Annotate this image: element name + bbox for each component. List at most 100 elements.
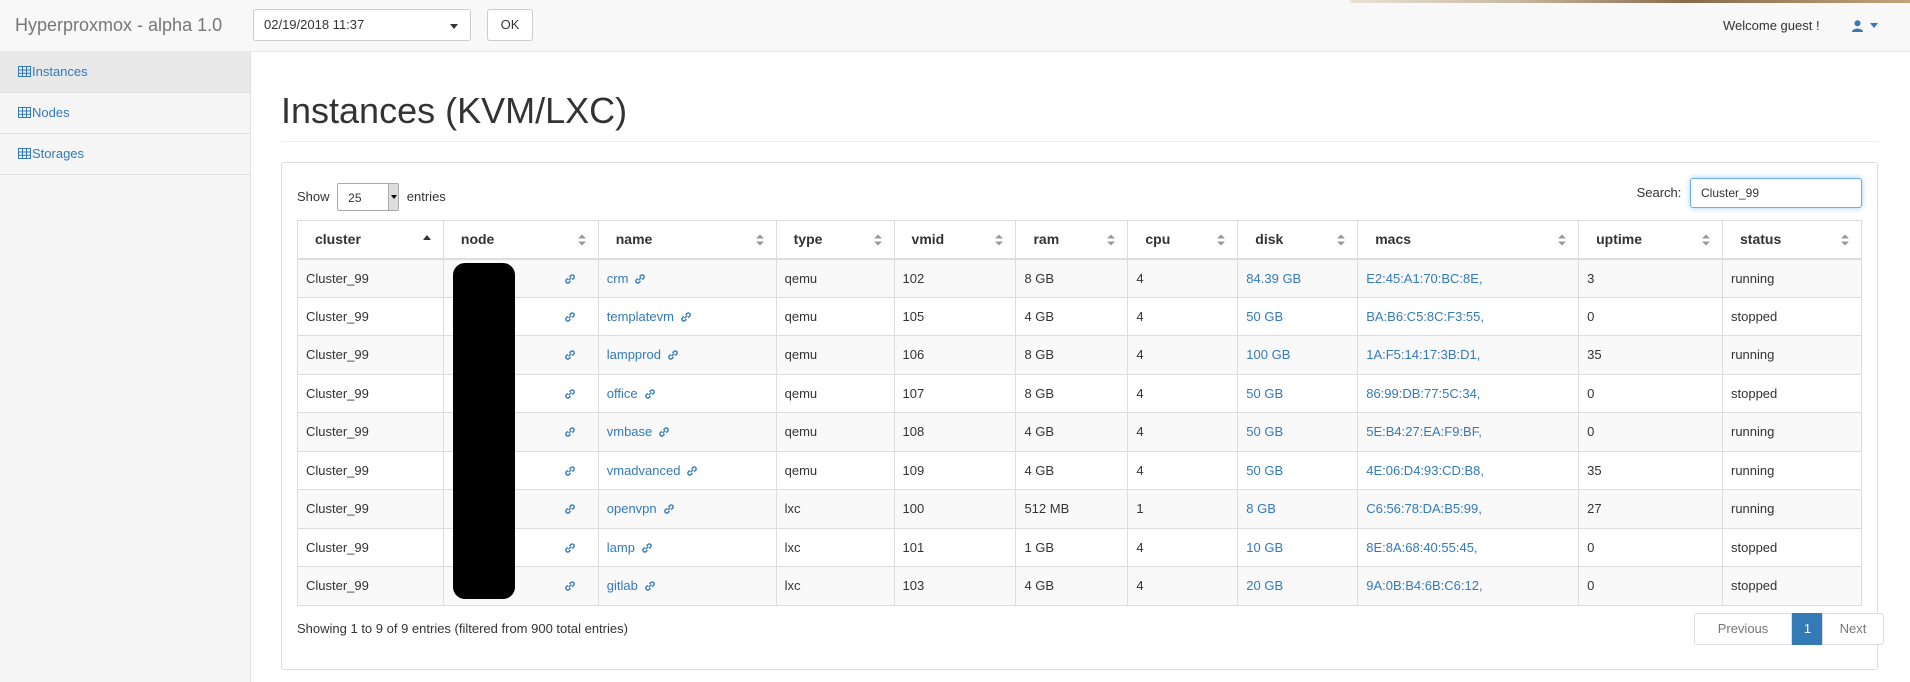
cell-type: qemu [775,412,895,452]
disk-value[interactable]: 84.39 GB [1246,271,1301,286]
cpu-value: 1 [1136,501,1144,517]
user-menu-toggle[interactable] [1852,17,1882,35]
status-value: running [1731,462,1775,478]
macs-value[interactable]: 4E:06:D4:93:CD:B8, [1366,463,1484,478]
uptime-value: 0 [1587,424,1595,440]
column-header-uptime[interactable]: uptime [1578,220,1723,260]
cell-vmid: 106 [893,335,1017,375]
date-time-select[interactable]: 02/19/2018 11:37 [253,9,471,41]
macs-value[interactable]: 1A:F5:14:17:3B:D1, [1366,347,1480,362]
instance-link-icon[interactable] [663,503,675,515]
table-row: Cluster_99 lampprod qemu 106 8 GB 4 100 GB 1A:F… [297,335,1862,375]
cell-type: qemu [775,335,895,375]
instance-link-icon[interactable] [686,465,698,477]
cell-ram: 4 GB [1015,412,1129,452]
cell-ram: 8 GB [1015,373,1129,413]
name-value[interactable]: lampprod [607,347,661,362]
macs-value[interactable]: BA:B6:C5:8C:F3:55, [1366,309,1484,324]
node-link-icon[interactable] [564,465,576,477]
macs-value[interactable]: E2:45:A1:70:BC:8E, [1366,271,1482,286]
cell-macs: C6:56:78:DA:B5:99, [1357,489,1580,529]
name-value[interactable]: lamp [607,540,635,555]
node-link-icon[interactable] [564,349,576,361]
node-link-icon[interactable] [564,503,576,515]
node-link-icon[interactable] [564,388,576,400]
instance-link-icon[interactable] [658,426,670,438]
macs-value[interactable]: 86:99:DB:77:5C:34, [1366,386,1480,401]
previous-page-button[interactable]: Previous [1694,613,1792,645]
cell-uptime: 0 [1578,527,1723,567]
cell-cpu: 4 [1127,527,1239,567]
cell-cluster: Cluster_99 [297,258,444,298]
ram-value: 1 GB [1024,539,1055,555]
disk-value[interactable]: 8 GB [1246,501,1276,516]
cell-vmid: 109 [893,450,1017,490]
search-input[interactable] [1690,178,1862,208]
disk-value[interactable]: 50 GB [1246,309,1283,324]
disk-value[interactable]: 50 GB [1246,386,1283,401]
macs-value[interactable]: 9A:0B:B4:6B:C6:12, [1366,578,1482,593]
disk-value[interactable]: 50 GB [1246,424,1283,439]
column-header-macs[interactable]: macs [1357,220,1580,260]
cell-uptime: 0 [1578,296,1723,336]
instance-link-icon[interactable] [634,273,646,285]
column-header-node[interactable]: node [442,220,599,260]
name-value[interactable]: vmadvanced [607,463,681,478]
cell-cluster: Cluster_99 [297,450,444,490]
next-page-button[interactable]: Next [1822,613,1884,645]
macs-value[interactable]: C6:56:78:DA:B5:99, [1366,501,1482,516]
node-link-icon[interactable] [564,542,576,554]
disk-value[interactable]: 10 GB [1246,540,1283,555]
instance-link-icon[interactable] [644,580,656,592]
sidebar-item-label: Nodes [32,105,70,120]
column-header-name[interactable]: name [597,220,777,260]
sidebar-item-nodes[interactable]: Nodes [0,93,250,134]
sort-both-icon [1107,234,1116,246]
sidebar-item-instances[interactable]: Instances [0,52,250,93]
name-value[interactable]: gitlab [607,578,638,593]
name-value[interactable]: crm [607,271,629,286]
uptime-value: 3 [1587,270,1595,286]
disk-value[interactable]: 20 GB [1246,578,1283,593]
node-link-icon[interactable] [564,273,576,285]
node-link-icon[interactable] [564,580,576,592]
table-row: Cluster_99 vmbase qemu 108 4 GB 4 50 GB 5E:B4:2… [297,412,1862,452]
page-1-button[interactable]: 1 [1792,613,1823,645]
column-header-cpu[interactable]: cpu [1127,220,1239,260]
type-value: qemu [784,385,818,401]
column-header-label: disk [1255,231,1284,248]
column-header-disk[interactable]: disk [1237,220,1359,260]
cell-disk: 50 GB [1237,373,1359,413]
cell-disk: 50 GB [1237,412,1359,452]
macs-value[interactable]: 8E:8A:68:40:55:45, [1366,540,1477,555]
column-header-type[interactable]: type [775,220,895,260]
sidebar-item-storages[interactable]: Storages [0,134,250,175]
instance-link-icon[interactable] [680,311,692,323]
cell-macs: 1A:F5:14:17:3B:D1, [1357,335,1580,375]
column-header-status[interactable]: status [1722,220,1862,260]
macs-value[interactable]: 5E:B4:27:EA:F9:BF, [1366,424,1482,439]
cluster-value: Cluster_99 [306,424,369,440]
column-header-vmid[interactable]: vmid [893,220,1017,260]
instance-link-icon[interactable] [667,349,679,361]
node-link-icon[interactable] [564,311,576,323]
disk-value[interactable]: 50 GB [1246,463,1283,478]
cell-status: running [1722,258,1862,298]
status-value: stopped [1731,578,1778,594]
column-header-cluster[interactable]: cluster [297,220,444,260]
status-value: running [1731,424,1775,440]
disk-value[interactable]: 100 GB [1246,347,1290,362]
name-value[interactable]: openvpn [607,501,657,516]
name-value[interactable]: vmbase [607,424,653,439]
entries-per-page-select[interactable]: 25 [337,183,400,211]
column-header-ram[interactable]: ram [1015,220,1129,260]
instance-link-icon[interactable] [644,388,656,400]
name-value[interactable]: templatevm [607,309,674,324]
name-value[interactable]: office [607,386,638,401]
cpu-value: 4 [1136,385,1144,401]
ok-button[interactable]: OK [487,9,533,41]
instance-link-icon[interactable] [641,542,653,554]
app-brand[interactable]: Hyperproxmox - alpha 1.0 [15,15,222,36]
node-link-icon[interactable] [564,426,576,438]
sort-both-icon [1702,234,1710,246]
